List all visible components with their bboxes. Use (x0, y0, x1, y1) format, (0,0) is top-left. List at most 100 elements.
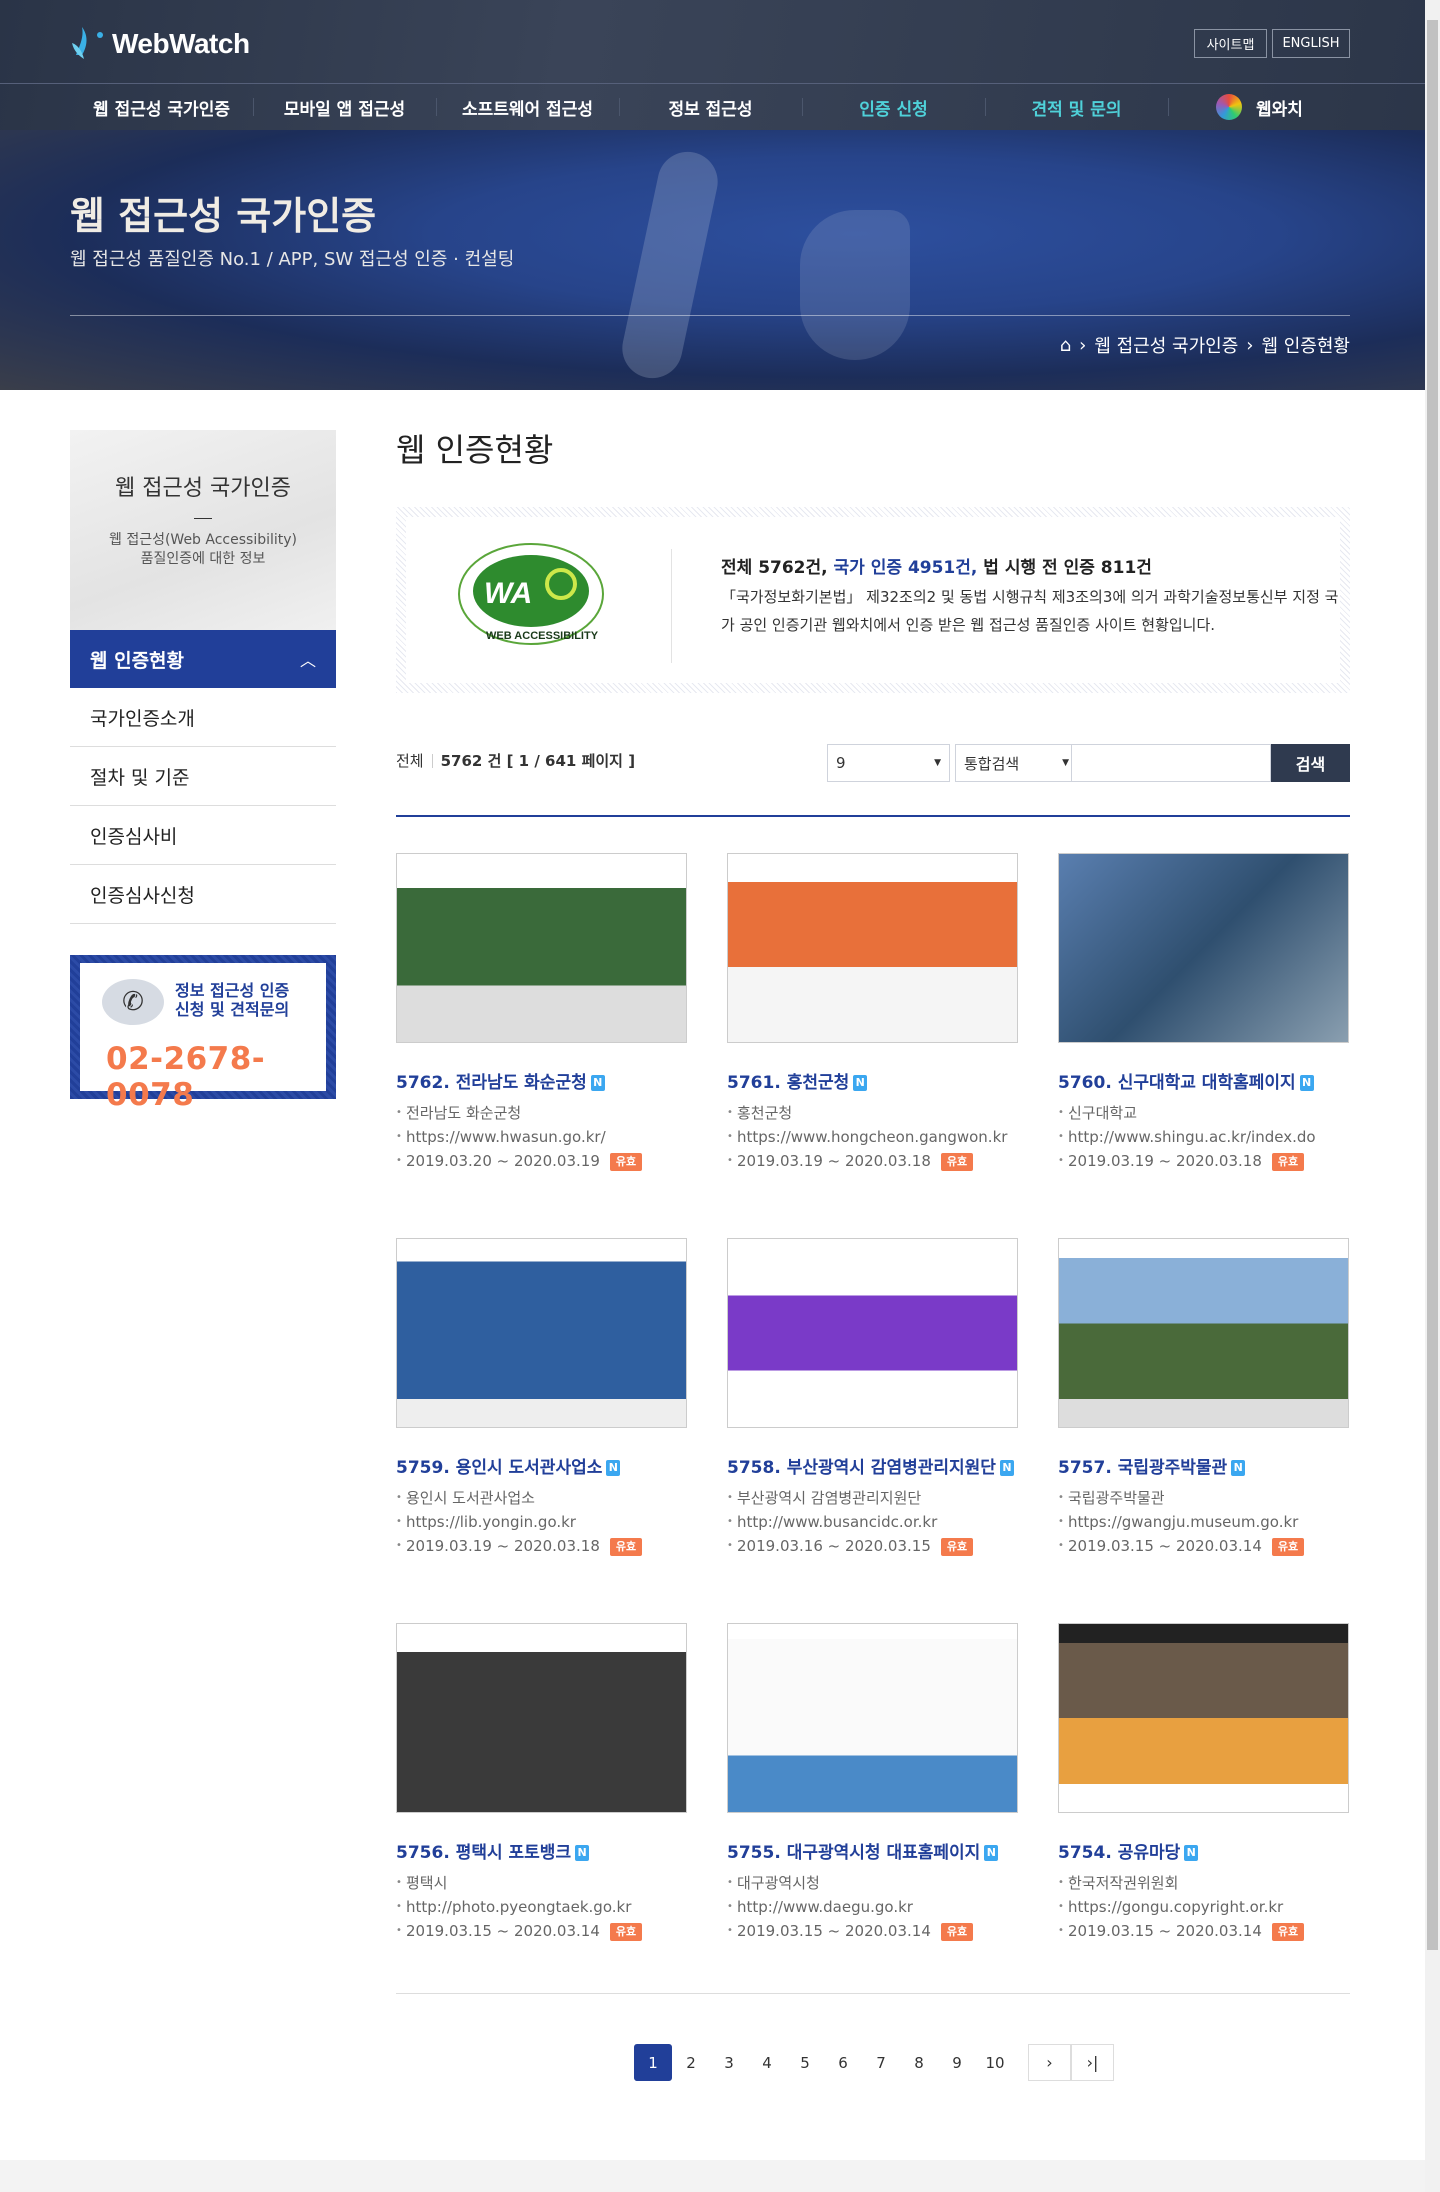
per-page-select[interactable]: 9 ▼ (827, 744, 950, 782)
nav-webwatch[interactable]: 웹와치 (1168, 84, 1351, 130)
card-title[interactable]: 5760. 신구대학교 대학홈페이지 N (1058, 1071, 1349, 1095)
cert-card: 5759. 용인시 도서관사업소N 용인시 도서관사업소 https://lib… (396, 1238, 687, 1558)
sidebar-item-intro[interactable]: 국가인증소개 (70, 688, 336, 747)
valid-badge: 유효 (1271, 1537, 1305, 1556)
english-button[interactable]: ENGLISH (1272, 29, 1350, 58)
breadcrumb: ⌂ › 웹 접근성 국가인증 › 웹 인증현황 (1060, 332, 1350, 358)
national-count: 국가 인증 4951건, (833, 558, 978, 578)
sidebar-item-fee[interactable]: 인증심사비 (70, 806, 336, 865)
card-title[interactable]: 5755. 대구광역시청 대표홈페이지 N (727, 1841, 1018, 1865)
site-thumbnail[interactable] (1058, 1623, 1349, 1813)
nav-web-cert[interactable]: 웹 접근성 국가인증 (70, 84, 253, 130)
sidebar-item-apply[interactable]: 인증심사신청 (70, 865, 336, 924)
sidebar-title: 웹 접근성 국가인증 (115, 476, 291, 501)
cert-card: 5754. 공유마당N 한국저작권위원회 https://gongu.copyr… (1058, 1623, 1349, 1943)
card-url: http://www.busancidc.or.kr (727, 1510, 1018, 1534)
search-type-select[interactable]: 통합검색 ▼ (955, 744, 1078, 782)
logo[interactable]: WebWatch (70, 24, 250, 64)
last-page-button[interactable]: ›| (1071, 2044, 1114, 2081)
page-3[interactable]: 3 (710, 2044, 748, 2081)
page-4[interactable]: 4 (748, 2044, 786, 2081)
pagination: 1 2 3 4 5 6 7 8 9 10 › ›| (634, 2044, 1114, 2081)
card-title[interactable]: 5759. 용인시 도서관사업소 N (396, 1456, 687, 1480)
sidebar-item-active[interactable]: 웹 인증현황 ︿ (70, 630, 336, 688)
page-title: 웹 인증현황 (396, 431, 554, 469)
card-period: 2019.03.15 ~ 2020.03.14 유효 (1058, 1534, 1349, 1558)
nav-software[interactable]: 소프트웨어 접근성 (436, 84, 619, 130)
cert-card: 5756. 평택시 포토뱅크N 평택시 http://photo.pyeongt… (396, 1623, 687, 1943)
page-10[interactable]: 10 (976, 2044, 1014, 2081)
info-heading: 전체 5762건, 국가 인증 4951건, 법 시행 전 인증 811건 (721, 553, 1152, 578)
card-title[interactable]: 5757. 국립광주박물관 N (1058, 1456, 1349, 1480)
search-button[interactable]: 검색 (1271, 744, 1350, 782)
nav-quote[interactable]: 견적 및 문의 (985, 84, 1168, 130)
page-5[interactable]: 5 (786, 2044, 824, 2081)
site-thumbnail[interactable] (396, 1623, 687, 1813)
breadcrumb-current[interactable]: 웹 인증현황 (1261, 332, 1350, 358)
valid-badge: 유효 (940, 1152, 974, 1171)
sidebar-item-procedure[interactable]: 절차 및 기준 (70, 747, 336, 806)
period-text: 2019.03.19 ~ 2020.03.18 (1068, 1152, 1262, 1170)
card-title[interactable]: 5762. 전라남도 화순군청 N (396, 1071, 687, 1095)
period-text: 2019.03.15 ~ 2020.03.14 (1068, 1922, 1262, 1940)
page-8[interactable]: 8 (900, 2044, 938, 2081)
site-thumbnail[interactable] (727, 853, 1018, 1043)
card-url: https://www.hongcheon.gangwon.kr (727, 1125, 1018, 1149)
card-title[interactable]: 5761. 홍천군청 N (727, 1071, 1018, 1095)
card-period: 2019.03.15 ~ 2020.03.14 유효 (727, 1919, 1018, 1943)
card-title[interactable]: 5758. 부산광역시 감염병관리지원단 N (727, 1456, 1018, 1480)
card-period: 2019.03.16 ~ 2020.03.15 유효 (727, 1534, 1018, 1558)
site-thumbnail[interactable] (1058, 1238, 1349, 1428)
card-period: 2019.03.15 ~ 2020.03.14 유효 (396, 1919, 687, 1943)
nav-info[interactable]: 정보 접근성 (619, 84, 802, 130)
nav-mobile-app[interactable]: 모바일 앱 접근성 (253, 84, 436, 130)
sitemap-button[interactable]: 사이트맵 (1194, 29, 1267, 58)
site-thumbnail[interactable] (396, 853, 687, 1043)
period-text: 2019.03.16 ~ 2020.03.15 (737, 1537, 931, 1555)
wa-cert-logo: WA WEB ACCESSIBILITY (456, 539, 606, 649)
card-title-text: 5756. 평택시 포토뱅크 (396, 1843, 572, 1863)
site-thumbnail[interactable] (727, 1623, 1018, 1813)
nav-apply[interactable]: 인증 신청 (802, 84, 985, 130)
scrollbar-thumb[interactable] (1427, 20, 1438, 1950)
site-thumbnail[interactable] (1058, 853, 1349, 1043)
svg-text:WA: WA (484, 577, 532, 610)
card-title[interactable]: 5754. 공유마당 N (1058, 1841, 1349, 1865)
new-badge: N (1231, 1460, 1246, 1476)
scrollbar[interactable] (1425, 0, 1440, 2192)
card-org: 대구광역시청 (727, 1871, 1018, 1895)
page-6[interactable]: 6 (824, 2044, 862, 2081)
sidebar-desc: 웹 접근성(Web Accessibility) (108, 532, 297, 548)
card-title-text: 5759. 용인시 도서관사업소 (396, 1458, 603, 1478)
new-badge: N (1299, 1075, 1314, 1091)
home-icon[interactable]: ⌂ (1060, 335, 1071, 356)
cert-card: 5757. 국립광주박물관N 국립광주박물관 https://gwangju.m… (1058, 1238, 1349, 1558)
per-page-value: 9 (836, 754, 846, 772)
valid-badge: 유효 (940, 1922, 974, 1941)
card-title-text: 5762. 전라남도 화순군청 (396, 1073, 587, 1093)
page-1[interactable]: 1 (634, 2044, 672, 2081)
page-2[interactable]: 2 (672, 2044, 710, 2081)
valid-badge: 유효 (1271, 1152, 1305, 1171)
card-title-text: 5760. 신구대학교 대학홈페이지 (1058, 1073, 1296, 1093)
site-thumbnail[interactable] (396, 1238, 687, 1428)
card-url: https://gongu.copyright.or.kr (1058, 1895, 1349, 1919)
page-7[interactable]: 7 (862, 2044, 900, 2081)
card-title[interactable]: 5756. 평택시 포토뱅크 N (396, 1841, 687, 1865)
period-text: 2019.03.15 ~ 2020.03.14 (737, 1922, 931, 1940)
page-9[interactable]: 9 (938, 2044, 976, 2081)
card-org: 부산광역시 감염병관리지원단 (727, 1486, 1018, 1510)
search-input[interactable] (1071, 744, 1271, 782)
contact-box[interactable]: ✆ 정보 접근성 인증 신청 및 견적문의 02-2678-0078 (70, 955, 336, 1113)
cert-card: 5762. 전라남도 화순군청N 전라남도 화순군청 https://www.h… (396, 853, 687, 1173)
card-title-text: 5758. 부산광역시 감염병관리지원단 (727, 1458, 996, 1478)
card-period: 2019.03.15 ~ 2020.03.14 유효 (1058, 1919, 1349, 1943)
logo-text: WebWatch (112, 28, 250, 59)
card-org: 신구대학교 (1058, 1101, 1349, 1125)
valid-badge: 유효 (609, 1537, 643, 1556)
next-page-button[interactable]: › (1028, 2044, 1071, 2081)
period-text: 2019.03.15 ~ 2020.03.14 (1068, 1537, 1262, 1555)
sidebar-desc: 품질인증에 대한 정보 (140, 551, 266, 567)
site-thumbnail[interactable] (727, 1238, 1018, 1428)
breadcrumb-item[interactable]: 웹 접근성 국가인증 (1094, 332, 1238, 358)
